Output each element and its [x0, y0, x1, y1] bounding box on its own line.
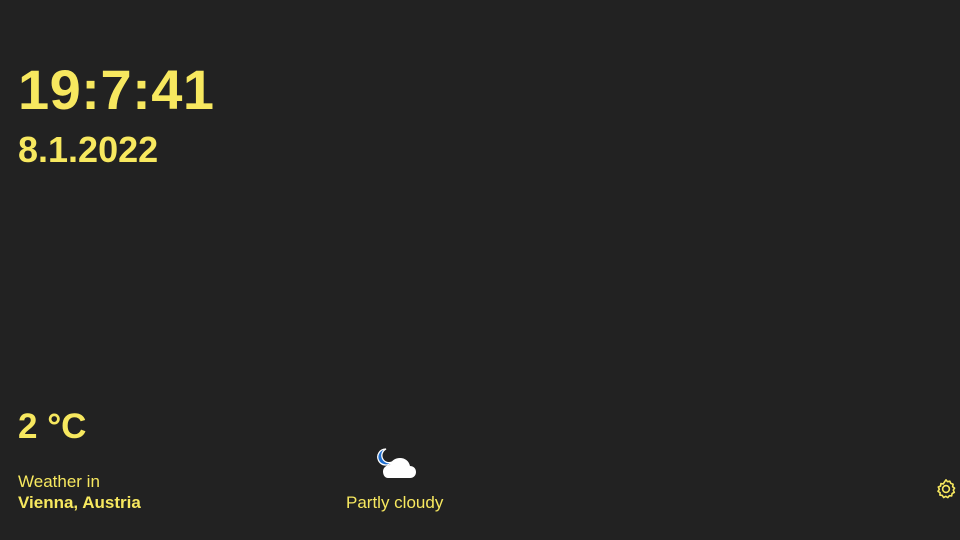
temperature-value: 2 °C — [18, 407, 87, 446]
gear-icon[interactable] — [934, 477, 958, 501]
partly-cloudy-night-icon — [377, 448, 416, 478]
current-date: 8.1.2022 — [18, 129, 159, 170]
weather-location-label: Weather in — [18, 472, 100, 491]
current-time: 19:7:41 — [18, 58, 215, 121]
weather-clock-screen: 19:7:41 8.1.2022 2 °C Weather in Vienna,… — [0, 0, 960, 540]
weather-condition: Partly cloudy — [346, 493, 444, 512]
weather-location: Vienna, Austria — [18, 493, 141, 512]
